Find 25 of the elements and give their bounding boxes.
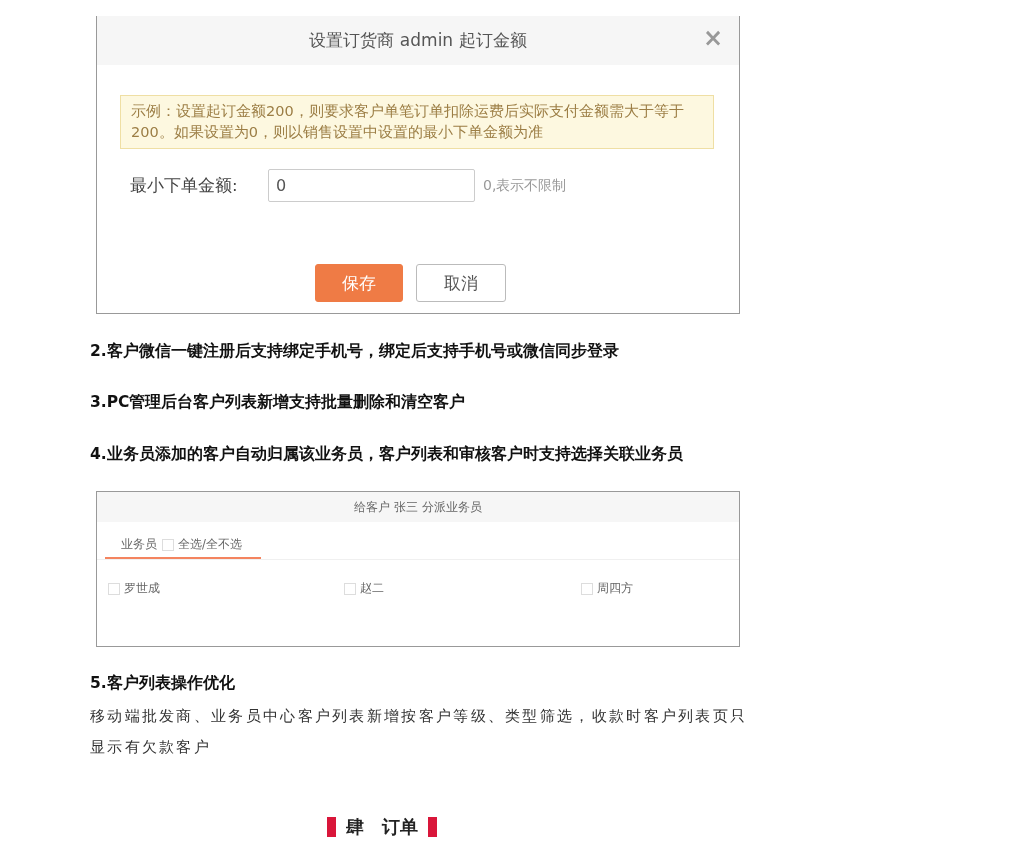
title-bar <box>428 817 437 837</box>
checkbox-label[interactable]: 周四方 <box>597 581 633 596</box>
checkbox-label[interactable]: 赵二 <box>360 581 384 596</box>
amount-input-field[interactable]: 0 <box>268 169 475 202</box>
section-title: 订单 <box>382 816 418 839</box>
section-heading: 4.业务员添加的客户自动归属该业务员，客户列表和审核客户时支持选择关联业务员 <box>90 445 683 463</box>
checkbox[interactable] <box>108 582 120 595</box>
body-paragraph: 移动端批发商、业务员中心客户列表新增按客户等级、类型筛选，收款时客户列表页只显示有欠款客户 <box>90 707 749 757</box>
checkbox[interactable] <box>344 582 356 595</box>
checkbox[interactable] <box>581 582 593 595</box>
field-hint: 0,表示不限制 <box>483 176 567 195</box>
notice-banner: 示例：设置起订金额200，则要求客户单笔订单扣除运费后实际支付金额需大于等于200。如果设置为0，则以销售设置中设置的最小下单金额为准 <box>120 95 714 149</box>
checkbox-label[interactable]: 全选/全不选 <box>178 537 242 552</box>
section-number: 肆 <box>346 816 364 839</box>
title-bar <box>327 817 336 837</box>
section-heading: 2.客户微信一键注册后支持绑定手机号，绑定后支持手机号或微信同步登录 <box>90 342 619 360</box>
tab-label[interactable]: 业务员 <box>121 537 157 552</box>
field-label: 最小下单金额: <box>130 174 239 197</box>
checkbox-label[interactable]: 罗世成 <box>124 581 160 596</box>
dialog-title: 设置订货商 admin 起订金额 <box>309 29 527 52</box>
section-heading: 5.客户列表操作优化 <box>90 674 235 692</box>
section-heading: 3.PC管理后台客户列表新增支持批量删除和清空客户 <box>90 393 466 411</box>
cancel-button[interactable]: 取消 <box>416 264 506 302</box>
checkbox[interactable] <box>162 538 174 551</box>
dialog-title: 给客户 张三 分派业务员 <box>97 492 739 522</box>
